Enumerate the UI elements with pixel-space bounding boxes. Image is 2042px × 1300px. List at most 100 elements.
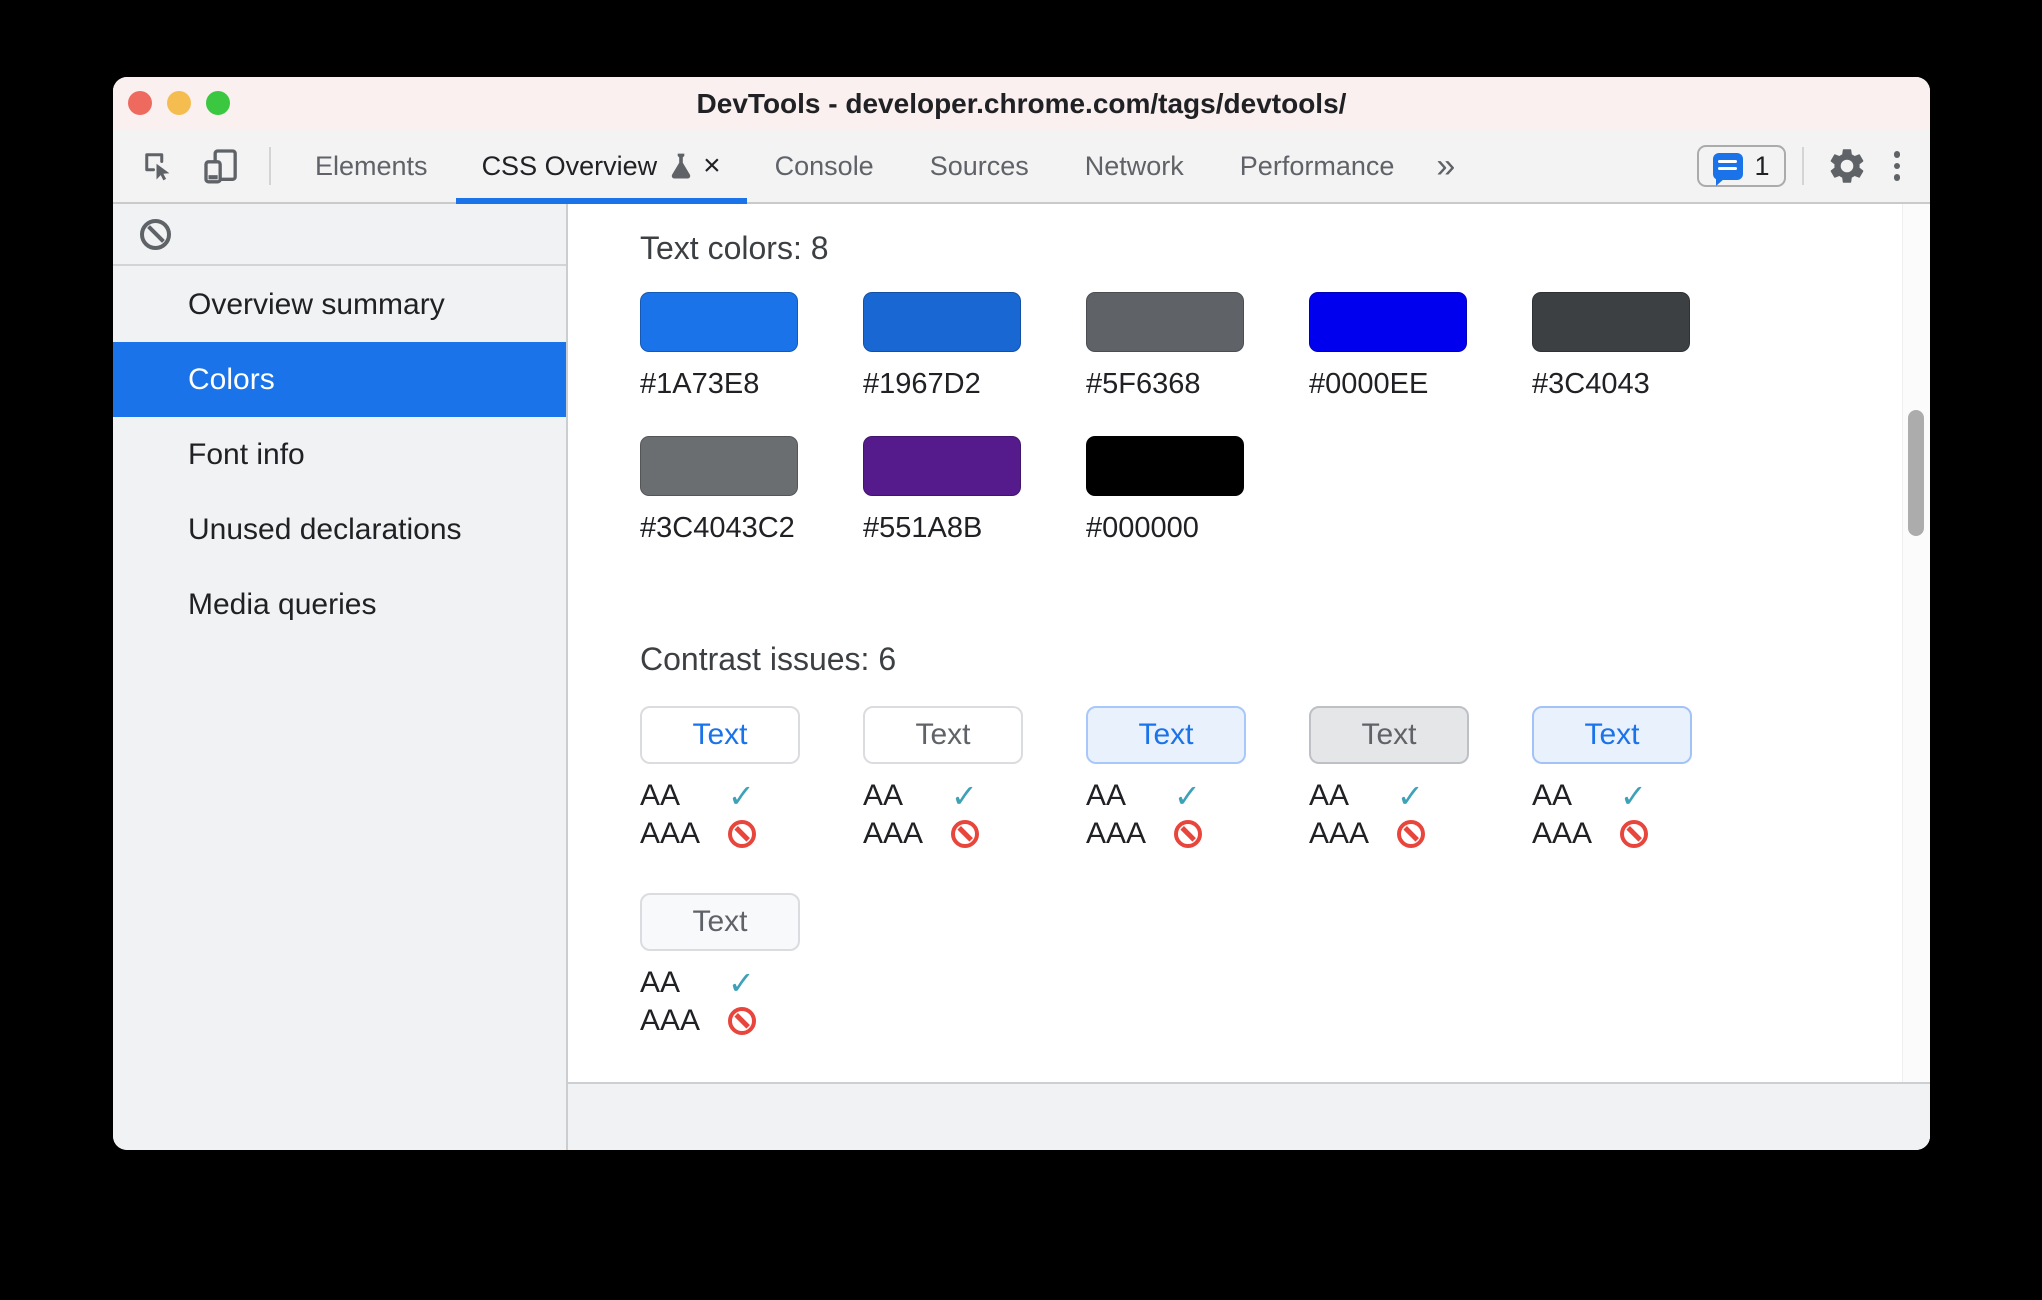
close-tab-icon[interactable]: × <box>703 151 721 181</box>
scrollbar-thumb[interactable] <box>1908 410 1924 536</box>
aa-grade-row: AA ✓ <box>640 778 863 814</box>
color-swatch[interactable] <box>863 292 1021 352</box>
aa-grade-row: AA ✓ <box>1309 778 1532 814</box>
more-options-menu-button[interactable] <box>1893 151 1900 181</box>
device-toolbar-icon <box>201 146 241 186</box>
color-swatch-cell: #0000EE <box>1309 292 1532 401</box>
color-swatch[interactable] <box>1309 292 1467 352</box>
settings-button[interactable] <box>1826 145 1868 187</box>
color-swatch-cell: #1A73E8 <box>640 292 863 401</box>
contrast-sample[interactable]: Text <box>640 706 800 764</box>
minimize-window-button[interactable] <box>167 91 191 115</box>
color-hex-label: #1967D2 <box>863 368 981 400</box>
text-colors-heading: Text colors: 8 <box>640 230 829 266</box>
fail-icon <box>728 820 756 848</box>
sidebar-item-font-info[interactable]: Font info <box>113 417 566 492</box>
inspect-cursor-icon <box>140 148 176 184</box>
toggle-device-toolbar-button[interactable] <box>201 146 241 186</box>
contrast-sample[interactable]: Text <box>1532 706 1692 764</box>
panel-footer <box>568 1082 1930 1150</box>
css-overview-sidebar: Overview summary Colors Font info Unused… <box>113 204 568 1150</box>
toolbar-divider <box>269 147 271 185</box>
tab-performance[interactable]: Performance <box>1212 130 1423 202</box>
check-icon: ✓ <box>728 778 755 814</box>
gear-icon <box>1826 145 1868 187</box>
color-swatch-cell: #1967D2 <box>863 292 1086 401</box>
check-icon: ✓ <box>951 778 978 814</box>
color-swatch-cell: #3C4043 <box>1532 292 1755 401</box>
color-hex-label: #3C4043 <box>1532 368 1650 400</box>
check-icon: ✓ <box>1397 778 1424 814</box>
aaa-grade-row: AAA <box>640 819 863 849</box>
message-count: 1 <box>1754 150 1770 181</box>
colors-scroll-area: Text colors: 8 #1A73E8 #1967D2 #5F6368 #… <box>568 204 1930 1082</box>
more-tabs-chevron[interactable]: » <box>1436 147 1455 186</box>
issues-messages-button[interactable]: 1 <box>1697 145 1786 187</box>
aa-label: AA <box>640 779 681 812</box>
color-swatch[interactable] <box>1532 292 1690 352</box>
aa-label: AA <box>640 966 681 999</box>
color-hex-label: #551A8B <box>863 512 983 544</box>
tab-css-overview[interactable]: CSS Overview × <box>455 130 747 204</box>
fail-icon <box>951 820 979 848</box>
color-swatch-cell: #551A8B <box>863 436 1086 545</box>
message-bubble-icon <box>1713 152 1744 186</box>
contrast-issue-cell: Text AA ✓ AAA <box>1309 706 1532 849</box>
aaa-grade-row: AAA <box>640 1006 863 1036</box>
aaa-label: AAA <box>640 817 701 850</box>
color-swatch[interactable] <box>863 436 1021 496</box>
aaa-grade-row: AAA <box>1532 819 1755 849</box>
contrast-sample[interactable]: Text <box>640 893 800 951</box>
sidebar-item-overview-summary[interactable]: Overview summary <box>113 267 566 342</box>
check-icon: ✓ <box>728 965 755 1001</box>
close-window-button[interactable] <box>128 91 152 115</box>
color-swatch-cell: #5F6368 <box>1086 292 1309 401</box>
color-swatch-cell: #3C4043C2 <box>640 436 863 545</box>
zoom-window-button[interactable] <box>206 91 230 115</box>
fail-icon <box>728 1007 756 1035</box>
aaa-label: AAA <box>1532 817 1593 850</box>
sidebar-item-unused-declarations[interactable]: Unused declarations <box>113 492 566 567</box>
devtools-toolbar: Elements CSS Overview × Console Sources … <box>113 130 1930 204</box>
color-swatch[interactable] <box>1086 292 1244 352</box>
aa-label: AA <box>863 779 904 812</box>
color-hex-label: #1A73E8 <box>640 368 760 400</box>
tab-sources[interactable]: Sources <box>902 130 1057 202</box>
color-swatch[interactable] <box>640 292 798 352</box>
contrast-issue-cell: Text AA ✓ AAA <box>640 706 863 849</box>
color-swatch-cell: #000000 <box>1086 436 1309 545</box>
window-controls <box>128 91 230 115</box>
aa-label: AA <box>1086 779 1127 812</box>
color-swatch[interactable] <box>640 436 798 496</box>
inspect-element-button[interactable] <box>140 148 176 184</box>
contrast-issue-cell: Text AA ✓ AAA <box>863 706 1086 849</box>
contrast-sample[interactable]: Text <box>863 706 1023 764</box>
aaa-grade-row: AAA <box>863 819 1086 849</box>
aaa-label: AAA <box>863 817 924 850</box>
contrast-issue-cell: Text AA ✓ AAA <box>640 893 863 1036</box>
color-swatch[interactable] <box>1086 436 1244 496</box>
aaa-grade-row: AAA <box>1086 819 1309 849</box>
color-hex-label: #5F6368 <box>1086 368 1201 400</box>
clear-overview-icon[interactable] <box>140 218 171 250</box>
aa-label: AA <box>1309 779 1350 812</box>
color-hex-label: #000000 <box>1086 512 1199 544</box>
colors-panel: Text colors: 8 #1A73E8 #1967D2 #5F6368 #… <box>568 204 1930 1150</box>
contrast-sample[interactable]: Text <box>1086 706 1246 764</box>
aa-grade-row: AA ✓ <box>863 778 1086 814</box>
toolbar-divider-right <box>1801 147 1804 185</box>
aaa-label: AAA <box>640 1004 701 1037</box>
tab-console[interactable]: Console <box>747 130 902 202</box>
sidebar-item-media-queries[interactable]: Media queries <box>113 567 566 642</box>
sidebar-item-colors[interactable]: Colors <box>113 342 566 417</box>
fail-icon <box>1174 820 1202 848</box>
devtools-main: Overview summary Colors Font info Unused… <box>113 204 1930 1150</box>
aaa-label: AAA <box>1309 817 1370 850</box>
check-icon: ✓ <box>1174 778 1201 814</box>
vertical-scrollbar[interactable] <box>1902 204 1930 1082</box>
contrast-issues-grid: Text AA ✓ AAA Text AA ✓ AAA Text AA ✓ AA… <box>640 706 1755 1080</box>
experiment-flask-icon <box>669 152 693 180</box>
contrast-sample[interactable]: Text <box>1309 706 1469 764</box>
tab-elements[interactable]: Elements <box>287 130 456 202</box>
tab-network[interactable]: Network <box>1057 130 1212 202</box>
